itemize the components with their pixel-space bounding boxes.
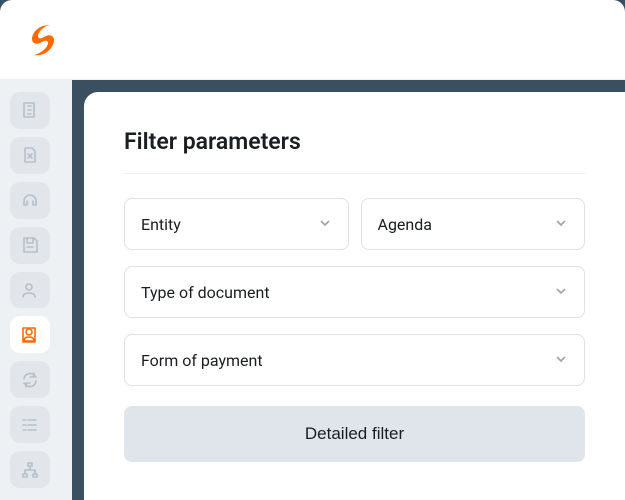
agenda-select-label: Agenda <box>378 215 432 234</box>
sidebar-item-org-chart[interactable] <box>10 451 50 488</box>
org-chart-icon <box>20 460 40 480</box>
chevron-down-icon <box>554 215 568 234</box>
sidebar-item-document-edit[interactable] <box>10 137 50 174</box>
sidebar-item-user-badge[interactable] <box>10 316 50 353</box>
logo <box>28 23 58 57</box>
sidebar-item-headset[interactable] <box>10 182 50 219</box>
entity-select-label: Entity <box>141 215 181 234</box>
user-badge-icon <box>20 325 40 345</box>
sidebar-item-save[interactable] <box>10 227 50 264</box>
doc-type-select[interactable]: Type of document <box>124 266 585 318</box>
divider <box>124 173 585 174</box>
checklist-icon <box>20 415 40 435</box>
sidebar-item-checklist[interactable] <box>10 406 50 443</box>
logo-icon <box>28 23 58 57</box>
page-title: Filter parameters <box>124 128 585 155</box>
payment-select-label: Form of payment <box>141 351 263 370</box>
sidebar-item-building[interactable] <box>10 92 50 129</box>
doc-type-select-label: Type of document <box>141 283 270 302</box>
users-icon <box>20 280 40 300</box>
chevron-down-icon <box>554 283 568 302</box>
main-panel: Filter parameters Entity Agenda Type of … <box>84 92 625 500</box>
chevron-down-icon <box>554 351 568 370</box>
sync-icon <box>20 370 40 390</box>
document-edit-icon <box>20 145 40 165</box>
shell: Filter parameters Entity Agenda Type of … <box>0 80 625 500</box>
sidebar <box>0 80 72 500</box>
headset-icon <box>20 190 40 210</box>
sidebar-item-users[interactable] <box>10 272 50 309</box>
topbar <box>0 0 625 80</box>
detailed-filter-button[interactable]: Detailed filter <box>124 406 585 462</box>
sidebar-item-sync[interactable] <box>10 361 50 398</box>
payment-select[interactable]: Form of payment <box>124 334 585 386</box>
entity-select[interactable]: Entity <box>124 198 349 250</box>
save-icon <box>20 235 40 255</box>
chevron-down-icon <box>318 215 332 234</box>
building-icon <box>20 100 40 120</box>
agenda-select[interactable]: Agenda <box>361 198 586 250</box>
